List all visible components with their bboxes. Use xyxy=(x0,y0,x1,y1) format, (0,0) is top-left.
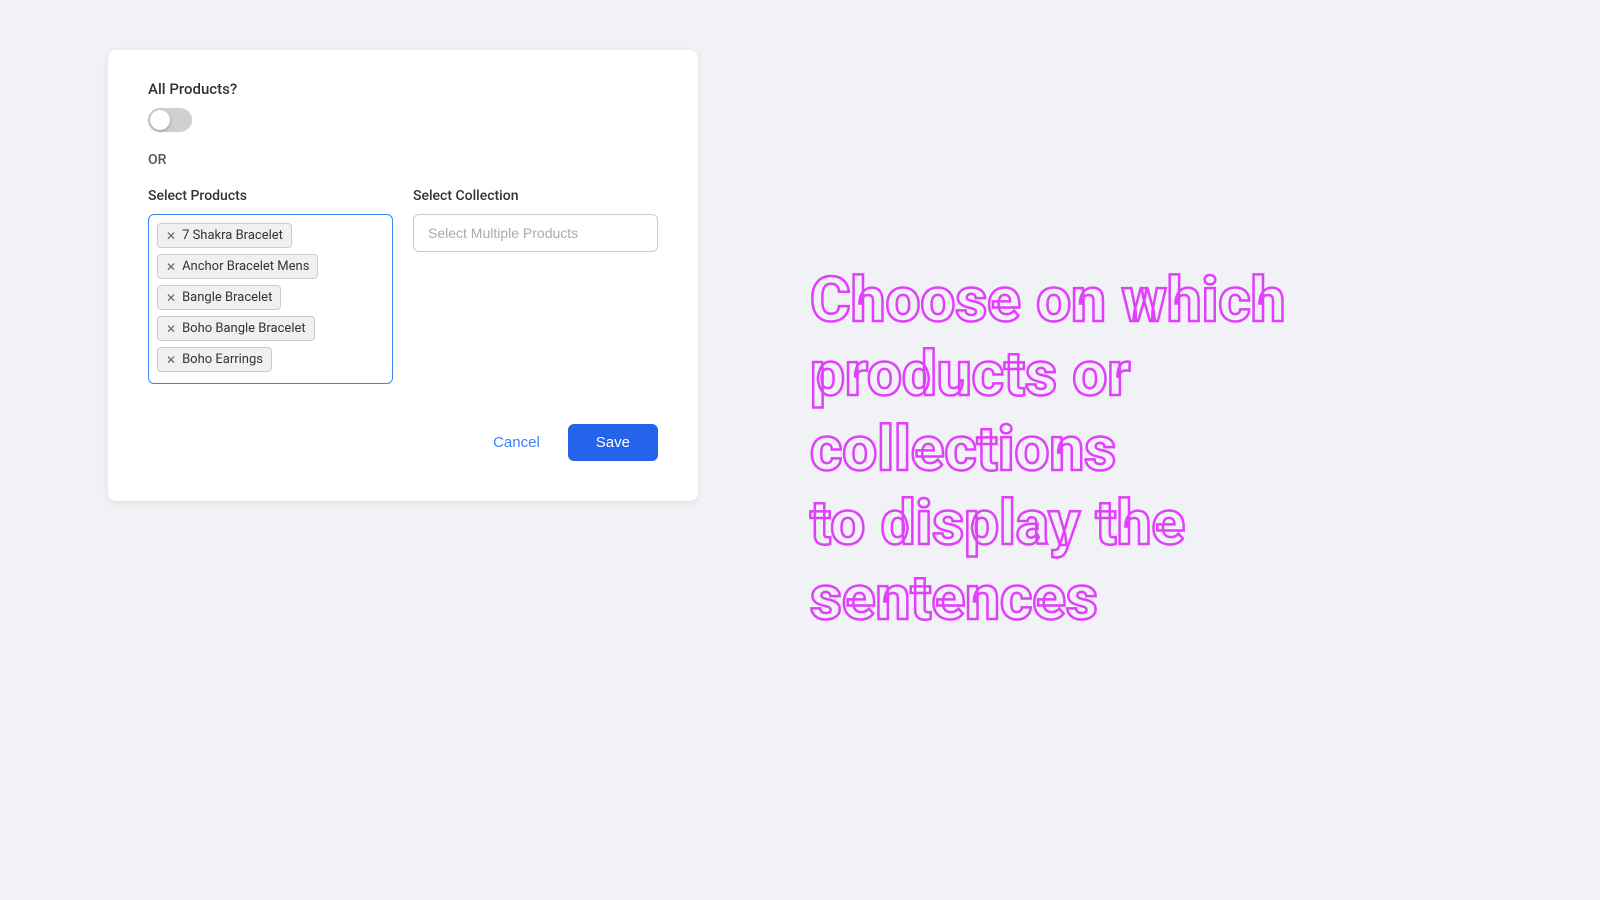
actions-row: Cancel Save xyxy=(148,424,658,461)
promo-text: Choose on which products or collections … xyxy=(810,264,1430,636)
cancel-button[interactable]: Cancel xyxy=(477,424,556,461)
selects-row: Select Products ✕ 7 Shakra Bracelet ✕ An… xyxy=(148,188,658,384)
promo-line-1: Choose on which xyxy=(810,264,1430,338)
remove-anchor-icon[interactable]: ✕ xyxy=(166,261,176,273)
tag-boho-bangle: ✕ Boho Bangle Bracelet xyxy=(157,316,315,341)
collection-input[interactable] xyxy=(413,214,658,252)
settings-card: All Products? OR Select Products ✕ 7 Sha… xyxy=(108,50,698,501)
tag-label: Boho Bangle Bracelet xyxy=(182,321,306,336)
tag-label: Boho Earrings xyxy=(182,352,263,367)
right-panel: Choose on which products or collections … xyxy=(710,0,1600,900)
promo-line-3: to display the xyxy=(810,487,1430,561)
promo-line-4: sentences xyxy=(810,562,1430,636)
remove-boho-bangle-icon[interactable]: ✕ xyxy=(166,323,176,335)
toggle-container[interactable] xyxy=(148,108,658,132)
tag-bangle-bracelet: ✕ Bangle Bracelet xyxy=(157,285,281,310)
tag-label: Anchor Bracelet Mens xyxy=(182,259,309,274)
remove-bangle-icon[interactable]: ✕ xyxy=(166,292,176,304)
tag-7-shakra: ✕ 7 Shakra Bracelet xyxy=(157,223,292,248)
save-button[interactable]: Save xyxy=(568,424,658,461)
promo-line-2: products or collections xyxy=(810,338,1430,487)
products-column: Select Products ✕ 7 Shakra Bracelet ✕ An… xyxy=(148,188,393,384)
tag-label: 7 Shakra Bracelet xyxy=(182,228,283,243)
all-products-label: All Products? xyxy=(148,80,658,98)
remove-boho-earrings-icon[interactable]: ✕ xyxy=(166,354,176,366)
collection-column: Select Collection xyxy=(413,188,658,384)
remove-7-shakra-icon[interactable]: ✕ xyxy=(166,230,176,242)
tag-label: Bangle Bracelet xyxy=(182,290,272,305)
products-column-label: Select Products xyxy=(148,188,393,204)
products-multiselect[interactable]: ✕ 7 Shakra Bracelet ✕ Anchor Bracelet Me… xyxy=(148,214,393,384)
or-label: OR xyxy=(148,152,658,168)
all-products-toggle[interactable] xyxy=(148,108,192,132)
left-panel: All Products? OR Select Products ✕ 7 Sha… xyxy=(0,0,710,900)
tag-anchor-bracelet: ✕ Anchor Bracelet Mens xyxy=(157,254,318,279)
toggle-knob xyxy=(150,110,170,130)
tag-boho-earrings: ✕ Boho Earrings xyxy=(157,347,272,372)
collection-column-label: Select Collection xyxy=(413,188,658,204)
